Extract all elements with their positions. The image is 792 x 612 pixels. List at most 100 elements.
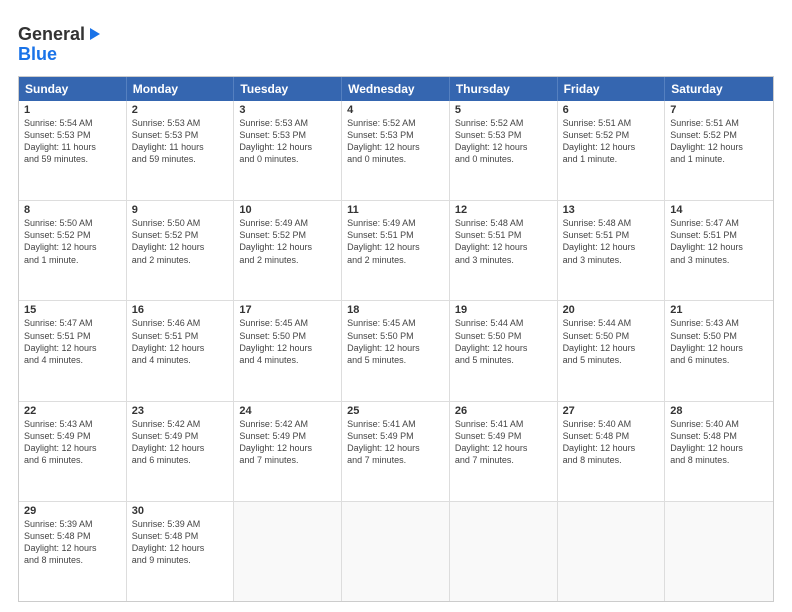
cell-line: Sunset: 5:50 PM [347,330,444,342]
cell-line: Sunrise: 5:52 AM [347,117,444,129]
cell-line: Sunrise: 5:53 AM [132,117,229,129]
cell-line: Sunrise: 5:39 AM [132,518,229,530]
cal-cell-5: 5Sunrise: 5:52 AMSunset: 5:53 PMDaylight… [450,101,558,200]
cell-line: Sunrise: 5:45 AM [347,317,444,329]
cell-line: and 59 minutes. [24,153,121,165]
day-number: 8 [24,204,121,216]
header-sunday: Sunday [19,77,127,101]
day-number: 30 [132,505,229,517]
cell-line: Daylight: 12 hours [239,442,336,454]
cell-line: and 1 minute. [670,153,768,165]
cell-line: Sunset: 5:52 PM [670,129,768,141]
cal-cell-12: 12Sunrise: 5:48 AMSunset: 5:51 PMDayligh… [450,201,558,300]
cell-line: Sunset: 5:49 PM [24,430,121,442]
cal-cell-3: 3Sunrise: 5:53 AMSunset: 5:53 PMDaylight… [234,101,342,200]
cal-cell-19: 19Sunrise: 5:44 AMSunset: 5:50 PMDayligh… [450,301,558,400]
cell-line: Daylight: 12 hours [239,241,336,253]
cell-line: Sunrise: 5:50 AM [24,217,121,229]
cell-line: and 59 minutes. [132,153,229,165]
calendar: SundayMondayTuesdayWednesdayThursdayFrid… [18,76,774,602]
cell-line: Sunset: 5:50 PM [239,330,336,342]
cell-line: Sunset: 5:51 PM [563,229,660,241]
cell-line: and 4 minutes. [24,354,121,366]
calendar-week-2: 8Sunrise: 5:50 AMSunset: 5:52 PMDaylight… [19,200,773,300]
day-number: 11 [347,204,444,216]
cell-line: and 2 minutes. [239,254,336,266]
cell-line: and 2 minutes. [132,254,229,266]
cal-cell-18: 18Sunrise: 5:45 AMSunset: 5:50 PMDayligh… [342,301,450,400]
calendar-body: 1Sunrise: 5:54 AMSunset: 5:53 PMDaylight… [19,101,773,601]
cell-line: Daylight: 12 hours [132,442,229,454]
svg-text:General: General [18,24,85,44]
cell-line: Sunset: 5:51 PM [347,229,444,241]
cal-cell-24: 24Sunrise: 5:42 AMSunset: 5:49 PMDayligh… [234,402,342,501]
day-number: 6 [563,104,660,116]
day-number: 20 [563,304,660,316]
cell-line: Daylight: 12 hours [239,141,336,153]
cal-cell-empty-2 [234,502,342,601]
cal-cell-7: 7Sunrise: 5:51 AMSunset: 5:52 PMDaylight… [665,101,773,200]
cell-line: Sunset: 5:51 PM [455,229,552,241]
cell-line: Daylight: 12 hours [563,342,660,354]
cell-line: Sunrise: 5:53 AM [239,117,336,129]
cell-line: and 0 minutes. [239,153,336,165]
cal-cell-26: 26Sunrise: 5:41 AMSunset: 5:49 PMDayligh… [450,402,558,501]
cal-cell-14: 14Sunrise: 5:47 AMSunset: 5:51 PMDayligh… [665,201,773,300]
cell-line: Sunrise: 5:46 AM [132,317,229,329]
day-number: 10 [239,204,336,216]
cell-line: Daylight: 12 hours [24,241,121,253]
cell-line: Sunrise: 5:40 AM [670,418,768,430]
cell-line: Daylight: 12 hours [455,342,552,354]
cell-line: Sunrise: 5:51 AM [670,117,768,129]
header-thursday: Thursday [450,77,558,101]
cell-line: Sunset: 5:49 PM [347,430,444,442]
day-number: 22 [24,405,121,417]
day-number: 19 [455,304,552,316]
cell-line: Daylight: 11 hours [132,141,229,153]
cell-line: Sunrise: 5:44 AM [563,317,660,329]
cell-line: Sunset: 5:49 PM [455,430,552,442]
cell-line: Daylight: 12 hours [455,442,552,454]
calendar-week-5: 29Sunrise: 5:39 AMSunset: 5:48 PMDayligh… [19,501,773,601]
cal-cell-28: 28Sunrise: 5:40 AMSunset: 5:48 PMDayligh… [665,402,773,501]
cell-line: and 6 minutes. [132,454,229,466]
logo-svg: GeneralBlue [18,18,108,68]
cal-cell-9: 9Sunrise: 5:50 AMSunset: 5:52 PMDaylight… [127,201,235,300]
day-number: 28 [670,405,768,417]
cell-line: Daylight: 12 hours [132,542,229,554]
cell-line: and 8 minutes. [563,454,660,466]
cell-line: Daylight: 12 hours [563,141,660,153]
cell-line: Sunset: 5:53 PM [347,129,444,141]
cell-line: Sunset: 5:53 PM [132,129,229,141]
calendar-header: SundayMondayTuesdayWednesdayThursdayFrid… [19,77,773,101]
cal-cell-11: 11Sunrise: 5:49 AMSunset: 5:51 PMDayligh… [342,201,450,300]
cell-line: Sunrise: 5:39 AM [24,518,121,530]
cell-line: Sunrise: 5:42 AM [239,418,336,430]
svg-text:Blue: Blue [18,44,57,64]
cell-line: and 1 minute. [563,153,660,165]
cell-line: Sunrise: 5:52 AM [455,117,552,129]
cal-cell-4: 4Sunrise: 5:52 AMSunset: 5:53 PMDaylight… [342,101,450,200]
cell-line: Sunrise: 5:43 AM [670,317,768,329]
day-number: 29 [24,505,121,517]
calendar-week-1: 1Sunrise: 5:54 AMSunset: 5:53 PMDaylight… [19,101,773,200]
cell-line: Daylight: 12 hours [24,442,121,454]
cell-line: and 5 minutes. [563,354,660,366]
cell-line: Sunrise: 5:45 AM [239,317,336,329]
cell-line: and 0 minutes. [347,153,444,165]
cell-line: Daylight: 12 hours [563,442,660,454]
calendar-week-4: 22Sunrise: 5:43 AMSunset: 5:49 PMDayligh… [19,401,773,501]
day-number: 1 [24,104,121,116]
header-monday: Monday [127,77,235,101]
cell-line: and 8 minutes. [24,554,121,566]
day-number: 13 [563,204,660,216]
cell-line: and 3 minutes. [563,254,660,266]
cell-line: Daylight: 12 hours [670,141,768,153]
cal-cell-27: 27Sunrise: 5:40 AMSunset: 5:48 PMDayligh… [558,402,666,501]
cal-cell-30: 30Sunrise: 5:39 AMSunset: 5:48 PMDayligh… [127,502,235,601]
cell-line: Sunrise: 5:51 AM [563,117,660,129]
cell-line: Sunrise: 5:48 AM [455,217,552,229]
cal-cell-empty-3 [342,502,450,601]
cell-line: Sunset: 5:51 PM [132,330,229,342]
cell-line: and 9 minutes. [132,554,229,566]
